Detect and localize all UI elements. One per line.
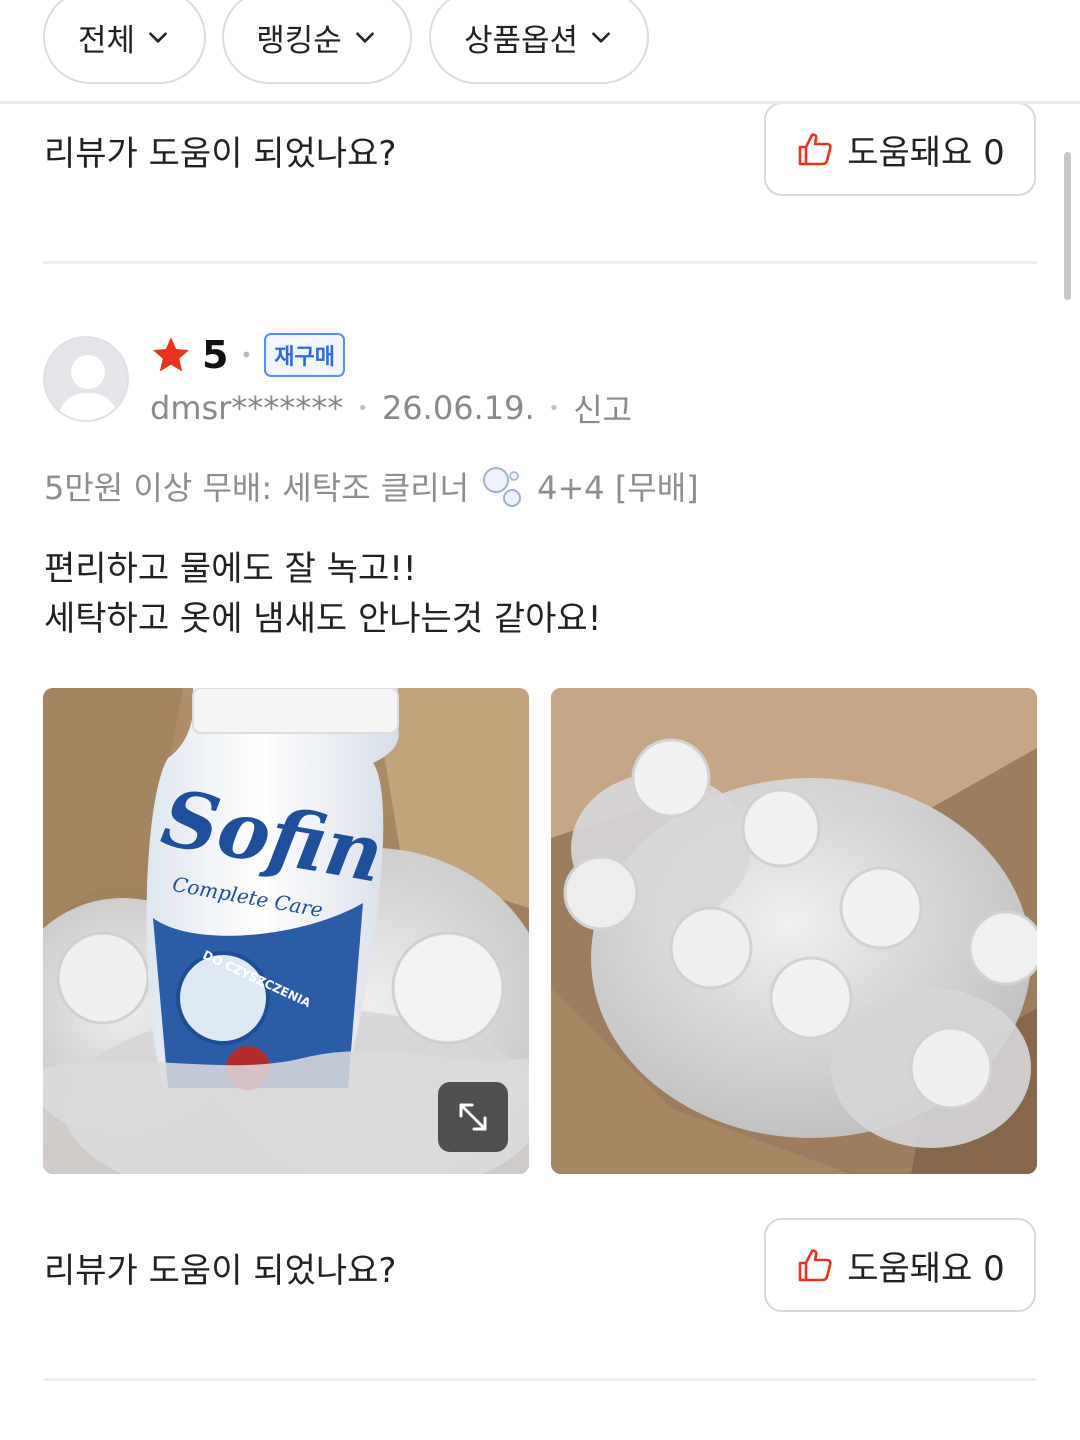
chevron-down-icon [592, 32, 610, 43]
helpful-count-label: 도움돼요 0 [847, 132, 1005, 173]
bubbles-icon [483, 467, 522, 507]
filter-chip-option[interactable]: 상품옵션 [429, 0, 649, 84]
separator-dot: • [548, 397, 560, 419]
filter-chip-all[interactable]: 전체 [43, 0, 206, 84]
separator-dot: • [240, 343, 253, 367]
helpful-question: 리뷰가 도움이 되었나요? [44, 1251, 397, 1291]
chevron-down-icon [355, 32, 374, 43]
star-icon [152, 337, 190, 372]
expand-icon [459, 1103, 487, 1131]
review-divider [43, 1378, 1037, 1381]
separator-dot: • [357, 397, 368, 419]
thumbs-up-icon [798, 1249, 832, 1282]
avatar [43, 336, 129, 422]
filter-chip-label: 전체 [77, 22, 136, 59]
review-photo-2[interactable] [551, 688, 1037, 1174]
rating-row: 5 • 재구매 [150, 332, 345, 378]
filter-chip-sort[interactable]: 랭킹순 [222, 0, 412, 84]
review-date: 26.06.19. [381, 389, 535, 427]
report-link[interactable]: 신고 [573, 385, 632, 431]
repurchase-badge: 재구매 [264, 333, 345, 377]
rating-value: 5 [202, 333, 229, 377]
review-text-line: 세탁하고 옷에 냄새도 안나는것 같아요! [44, 599, 602, 639]
expand-photo-button[interactable] [438, 1082, 508, 1152]
helpful-button[interactable]: 도움돼요 0 [764, 1218, 1036, 1312]
photo-2-image [551, 688, 1037, 1174]
review-text-line: 편리하고 물에도 잘 녹고!! [44, 549, 417, 589]
review-divider [43, 261, 1037, 264]
helpful-count-label: 도움돼요 0 [847, 1248, 1005, 1289]
option-suffix: 4+4 [무배] [537, 469, 699, 507]
chevron-down-icon [149, 32, 167, 43]
filter-chip-label: 상품옵션 [463, 22, 579, 59]
avatar-placeholder-icon [57, 355, 119, 420]
option-prefix: 5만원 이상 무배: 세탁조 클리너 [44, 469, 470, 507]
helpful-question: 리뷰가 도움이 되었나요? [44, 134, 397, 174]
filter-chip-label: 랭킹순 [256, 22, 342, 59]
thumbs-up-icon [798, 133, 832, 166]
review-text: 편리하고 물에도 잘 녹고!! 세탁하고 옷에 냄새도 안나는것 같아요! [44, 544, 601, 644]
review-meta: dmsr******* • 26.06.19. • 신고 [150, 386, 632, 430]
purchased-option: 5만원 이상 무배: 세탁조 클리너 4+4 [무배] [44, 462, 699, 510]
scrollbar[interactable] [1064, 152, 1071, 300]
reviewer-name: dmsr******* [150, 389, 344, 427]
helpful-button[interactable]: 도움돼요 0 [764, 102, 1036, 196]
filter-bar: 전체 랭킹순 상품옵션 [0, 0, 1080, 104]
